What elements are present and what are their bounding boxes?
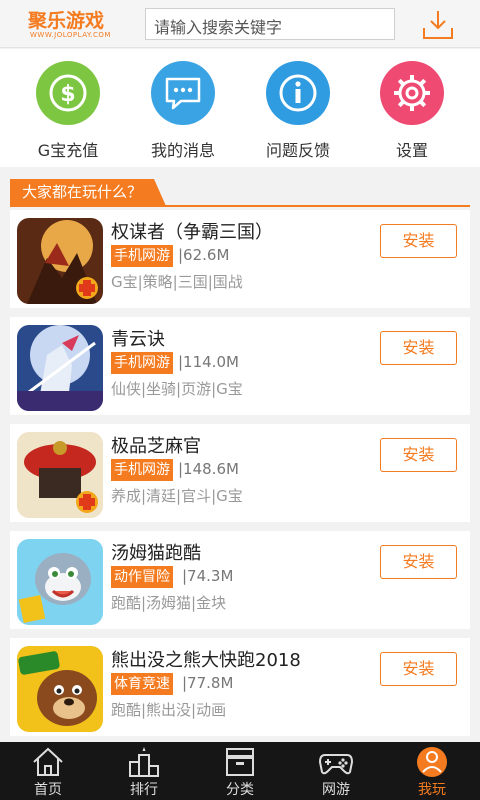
game-size: |62.6M xyxy=(178,246,230,264)
nav-ranking[interactable]: 排行 xyxy=(96,742,192,800)
game-category-badge: 手机网游 xyxy=(111,459,173,481)
section-title: 大家都在玩什么？ xyxy=(10,179,167,206)
install-button[interactable]: 安装 xyxy=(380,331,457,365)
category-box-icon xyxy=(226,748,254,776)
nav-category[interactable]: 分类 xyxy=(192,742,288,800)
download-tray-icon xyxy=(423,11,453,39)
search-input[interactable]: 请输入搜索关键字 xyxy=(145,8,395,40)
list-item[interactable]: 极品芝麻官 手机网游 |148.6M 养成|清廷|官斗|G宝 安装 xyxy=(10,424,470,522)
nav-label: 首页 xyxy=(34,782,62,798)
quick-label: 我的消息 xyxy=(150,141,215,160)
ranking-icon xyxy=(129,747,159,777)
list-item[interactable]: 汤姆猫跑酷 动作冒险 |74.3M 跑酷|汤姆猫|金块 安装 xyxy=(10,531,470,629)
game-size: |77.8M xyxy=(182,674,234,692)
game-tags: 仙侠|坐骑|页游|G宝 xyxy=(111,380,243,398)
logo-subtext: WWW.JOLOPLAY.COM xyxy=(30,31,111,39)
nav-label: 分类 xyxy=(226,782,254,798)
install-button[interactable]: 安装 xyxy=(380,438,457,472)
svg-text:$: $ xyxy=(60,82,75,107)
game-tags: 跑酷|汤姆猫|金块 xyxy=(111,594,227,612)
nav-home[interactable]: 首页 xyxy=(0,742,96,800)
settings-button[interactable]: 设置 xyxy=(362,61,462,161)
user-icon xyxy=(417,747,447,777)
gear-icon xyxy=(380,61,444,125)
game-name[interactable]: 汤姆猫跑酷 xyxy=(111,539,201,565)
bottom-nav: 首页 排行 分类 网游 我玩 xyxy=(0,742,480,800)
game-category-badge: 体育竞速 xyxy=(111,673,173,695)
list-item[interactable]: 熊出没之熊大快跑2018 体育竞速 |77.8M 跑酷|熊出没|动画 安装 xyxy=(10,638,470,736)
nav-online-games[interactable]: 网游 xyxy=(288,742,384,800)
install-button[interactable]: 安装 xyxy=(380,224,457,258)
game-name[interactable]: 极品芝麻官 xyxy=(111,432,201,458)
gamepad-icon xyxy=(319,754,353,775)
install-button[interactable]: 安装 xyxy=(380,545,457,579)
game-name[interactable]: 青云诀 xyxy=(111,325,165,351)
game-tags: 跑酷|熊出没|动画 xyxy=(111,701,227,719)
game-category-badge: 动作冒险 xyxy=(111,566,173,588)
game-name[interactable]: 权谋者（争霸三国） xyxy=(111,218,273,244)
logo-text: 聚乐游戏 xyxy=(28,10,105,32)
list-item[interactable]: 权谋者（争霸三国） 手机网游 |62.6M G宝|策略|三国|国战 安装 xyxy=(10,210,470,308)
recharge-button[interactable]: $ G宝充值 xyxy=(18,61,118,161)
game-category-badge: 手机网游 xyxy=(111,245,173,267)
game-size: |74.3M xyxy=(182,567,234,585)
feedback-button[interactable]: 问题反馈 xyxy=(248,61,348,161)
top-header: 聚乐游戏 WWW.JOLOPLAY.COM 请输入搜索关键字 xyxy=(0,0,480,48)
game-size: |148.6M xyxy=(178,460,239,478)
section-divider xyxy=(10,205,470,207)
home-icon xyxy=(33,747,63,776)
game-tags: G宝|策略|三国|国战 xyxy=(111,273,243,291)
download-button[interactable] xyxy=(420,8,456,42)
game-icon[interactable] xyxy=(17,325,103,411)
game-size: |114.0M xyxy=(178,353,239,371)
nav-label: 网游 xyxy=(322,782,350,798)
messages-button[interactable]: 我的消息 xyxy=(133,61,233,161)
game-icon[interactable] xyxy=(17,218,103,304)
game-icon[interactable] xyxy=(17,432,103,518)
quick-label: G宝充值 xyxy=(37,141,99,160)
quick-actions: $ G宝充值 我的消息 问题反馈 设置 xyxy=(0,49,480,167)
dollar-icon: $ xyxy=(36,61,100,125)
nav-label: 排行 xyxy=(130,782,158,798)
list-item[interactable]: 青云诀 手机网游 |114.0M 仙侠|坐骑|页游|G宝 安装 xyxy=(10,317,470,415)
nav-label: 我玩 xyxy=(418,782,446,798)
game-icon[interactable] xyxy=(17,646,103,732)
game-category-badge: 手机网游 xyxy=(111,352,173,374)
install-button[interactable]: 安装 xyxy=(380,652,457,686)
message-icon xyxy=(151,61,215,125)
game-name[interactable]: 熊出没之熊大快跑2018 xyxy=(111,646,301,672)
nav-my-games[interactable]: 我玩 xyxy=(384,742,480,800)
game-icon[interactable] xyxy=(17,539,103,625)
quick-label: 设置 xyxy=(395,141,428,160)
info-icon xyxy=(266,61,330,125)
quick-label: 问题反馈 xyxy=(265,141,330,160)
logo[interactable]: 聚乐游戏 WWW.JOLOPLAY.COM xyxy=(22,6,122,42)
game-tags: 养成|清廷|官斗|G宝 xyxy=(111,487,243,505)
